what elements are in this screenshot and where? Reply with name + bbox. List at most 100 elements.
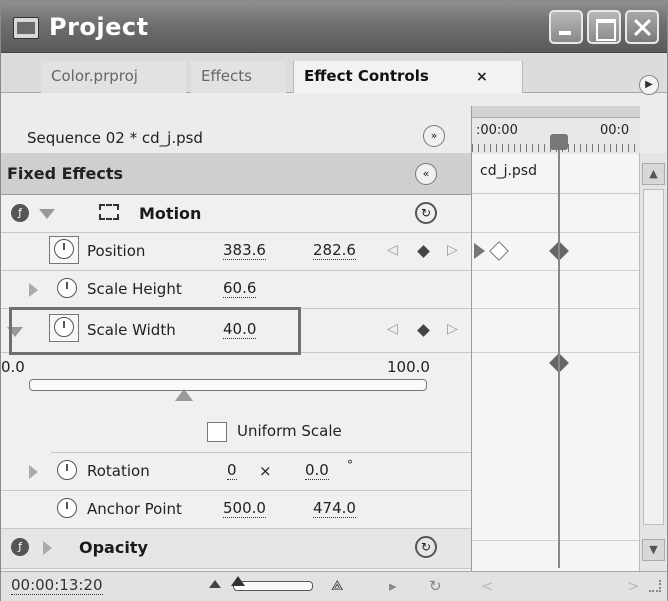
ruler-end-time: 00:0 xyxy=(600,123,630,138)
resize-grip-icon[interactable] xyxy=(649,580,661,592)
loop-audio-icon[interactable]: ↻ xyxy=(429,577,442,595)
uniform-scale-label: Uniform Scale xyxy=(237,422,342,440)
scale-width-slider[interactable] xyxy=(29,379,427,391)
panel-tabbar: Color.prproj Effects Effect Controls × xyxy=(1,53,667,93)
uniform-scale-row: Uniform Scale xyxy=(51,413,471,453)
keyframe-start-icon[interactable] xyxy=(474,243,485,259)
anchor-point-y-value[interactable]: 474.0 xyxy=(313,500,356,518)
rotation-turns-value[interactable]: 0 xyxy=(227,462,237,480)
ruler-start-time: :00:00 xyxy=(476,123,518,138)
playhead-line xyxy=(558,150,560,568)
fx-toggle-icon[interactable]: ƒ xyxy=(11,538,29,556)
effects-list: Fixed Effects « ƒ Motion ↻ Position 383.… xyxy=(1,153,471,573)
anchor-point-row: Anchor Point 500.0 474.0 xyxy=(1,491,471,529)
scale-height-label: Scale Height xyxy=(87,280,182,298)
opacity-row[interactable]: ƒ Opacity ↻ xyxy=(1,529,471,569)
position-y-value[interactable]: 282.6 xyxy=(313,242,356,260)
motion-label: Motion xyxy=(139,204,202,223)
slider-min-label: 0.0 xyxy=(1,358,25,376)
zoom-slider-thumb[interactable] xyxy=(231,576,245,586)
timeline-clip: cd_j.psd xyxy=(472,154,640,194)
clip-label: cd_j.psd xyxy=(480,163,537,179)
disclosure-expanded-icon[interactable] xyxy=(39,209,55,219)
scroll-prev-icon[interactable]: < xyxy=(481,577,494,595)
panel-menu-icon[interactable]: ▶ xyxy=(639,75,659,95)
scroll-next-icon[interactable]: > xyxy=(627,577,640,595)
uniform-scale-checkbox[interactable] xyxy=(207,422,227,442)
scroll-down-icon[interactable]: ▼ xyxy=(642,539,665,561)
stopwatch-icon[interactable] xyxy=(57,460,77,480)
rotation-degrees-value[interactable]: 0.0 xyxy=(305,462,329,480)
project-window-icon xyxy=(13,17,39,39)
zoom-slider[interactable] xyxy=(233,581,313,591)
play-audio-icon[interactable]: ▸ xyxy=(389,577,397,595)
anchor-point-label: Anchor Point xyxy=(87,500,182,518)
stopwatch-icon[interactable] xyxy=(57,498,77,518)
stopwatch-icon[interactable] xyxy=(57,278,77,298)
window-title: Project xyxy=(49,13,149,41)
fixed-effects-title: Fixed Effects xyxy=(7,164,124,183)
rotation-separator: × xyxy=(259,462,272,480)
playhead-handle[interactable] xyxy=(550,134,568,150)
disclosure-collapsed-icon[interactable] xyxy=(29,283,38,297)
work-area-bar[interactable] xyxy=(472,106,640,118)
row-divider xyxy=(472,308,640,309)
tab-effect-controls[interactable]: Effect Controls xyxy=(293,61,523,93)
minimize-button[interactable] xyxy=(549,10,583,44)
close-button[interactable] xyxy=(625,10,659,44)
row-divider xyxy=(472,540,640,541)
zoom-out-icon[interactable] xyxy=(209,580,221,588)
add-keyframe-icon[interactable] xyxy=(417,245,430,258)
row-divider xyxy=(472,270,640,271)
sequence-row: Sequence 02 * cd_j.psd » xyxy=(9,119,471,153)
next-keyframe-icon[interactable]: ▷ xyxy=(447,242,458,258)
rotation-label: Rotation xyxy=(87,462,150,480)
scroll-thumb[interactable] xyxy=(643,189,664,525)
add-keyframe-icon[interactable] xyxy=(417,324,430,337)
slider-thumb[interactable] xyxy=(175,389,193,401)
rotation-row: Rotation 0 × 0.0 ° xyxy=(1,453,471,491)
fx-toggle-icon[interactable]: ƒ xyxy=(11,204,29,222)
title-bar[interactable]: Project xyxy=(1,1,667,53)
reset-icon[interactable]: ↻ xyxy=(415,536,437,558)
disclosure-collapsed-icon[interactable] xyxy=(43,541,52,555)
current-timecode[interactable]: 00:00:13:20 xyxy=(11,577,103,595)
maximize-button[interactable] xyxy=(587,10,621,44)
row-divider xyxy=(472,232,640,233)
opacity-label: Opacity xyxy=(79,538,148,557)
time-ruler[interactable]: :00:00 00:0 xyxy=(472,106,640,154)
scale-width-highlight xyxy=(9,307,301,355)
stopwatch-toggle[interactable] xyxy=(49,236,79,264)
tab-effects[interactable]: Effects xyxy=(191,61,286,93)
row-divider xyxy=(472,352,640,353)
show-timeline-toggle-icon[interactable]: » xyxy=(423,125,445,147)
timeline-panel[interactable]: :00:00 00:0 cd_j.psd xyxy=(471,106,640,571)
motion-row[interactable]: ƒ Motion ↻ xyxy=(1,195,471,233)
prev-keyframe-icon[interactable]: ◁ xyxy=(387,321,398,337)
tab-close-icon[interactable]: × xyxy=(476,69,488,85)
position-label: Position xyxy=(87,242,146,260)
scale-height-row: Scale Height 60.6 xyxy=(1,271,471,309)
scale-height-value[interactable]: 60.6 xyxy=(223,280,257,298)
next-keyframe-icon[interactable]: ▷ xyxy=(447,321,458,337)
effect-controls-window: Project Color.prproj Effects Effect Cont… xyxy=(0,0,668,601)
anchor-point-x-value[interactable]: 500.0 xyxy=(223,500,266,518)
degree-mark: ° xyxy=(347,458,353,472)
bottom-bar: 00:00:13:20 ⟁ ▸ ↻ < > xyxy=(1,571,667,601)
tab-color-prproj[interactable]: Color.prproj xyxy=(41,61,186,93)
disclosure-collapsed-icon[interactable] xyxy=(29,465,38,479)
zoom-in-icon[interactable]: ⟁ xyxy=(331,578,344,594)
reset-icon[interactable]: ↻ xyxy=(415,202,437,224)
scroll-up-icon[interactable]: ▲ xyxy=(642,163,665,185)
motion-transform-icon[interactable] xyxy=(99,204,119,220)
collapse-icon[interactable]: « xyxy=(415,163,437,185)
sequence-label: Sequence 02 * cd_j.psd xyxy=(27,129,203,147)
keyframe-icon[interactable] xyxy=(489,241,509,261)
fixed-effects-header: Fixed Effects « xyxy=(1,153,471,195)
vertical-scrollbar[interactable]: ▲ ▼ xyxy=(639,153,667,573)
position-row: Position 383.6 282.6 ◁ ▷ xyxy=(1,233,471,271)
prev-keyframe-icon[interactable]: ◁ xyxy=(387,242,398,258)
stopwatch-icon xyxy=(54,239,74,259)
position-x-value[interactable]: 383.6 xyxy=(223,242,266,260)
slider-max-label: 100.0 xyxy=(387,358,430,376)
